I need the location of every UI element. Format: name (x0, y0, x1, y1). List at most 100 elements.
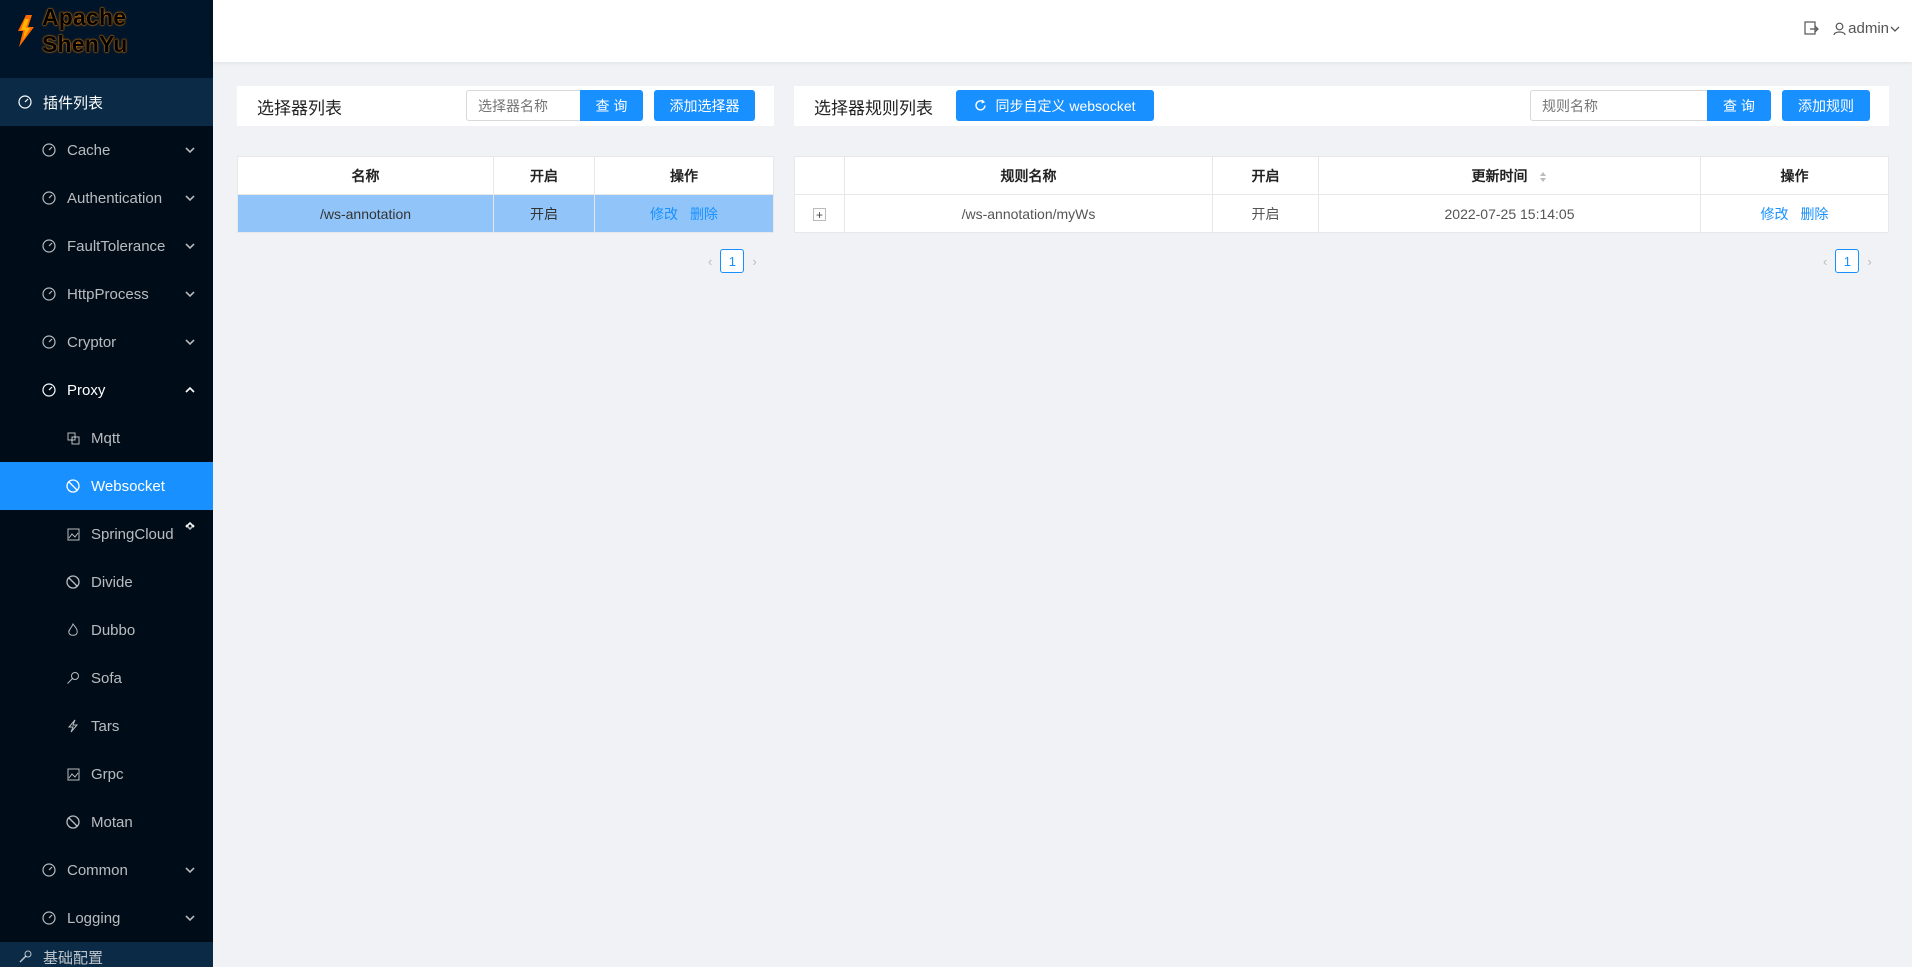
user-name[interactable]: admin (1848, 20, 1889, 37)
menu-group-httpprocess[interactable]: HttpProcess (0, 270, 213, 318)
dashboard-icon (41, 190, 57, 206)
menu-group-faulttolerance[interactable]: FaultTolerance (0, 222, 213, 270)
row-actions: 修改 删除 (1700, 194, 1889, 233)
table-header-row: 规则名称 开启 更新时间 操作 (794, 156, 1889, 195)
header: admin (213, 0, 1912, 62)
menu-group-label: Cryptor (67, 333, 117, 351)
menu-group-authentication[interactable]: Authentication (0, 174, 213, 222)
menu-group-label: Authentication (67, 189, 163, 207)
menu-item-websocket[interactable]: Websocket (0, 462, 213, 510)
menu-item-grpc[interactable]: Grpc (0, 750, 213, 798)
edit-link[interactable]: 修改 (1761, 206, 1789, 222)
stop-icon (65, 574, 81, 590)
sync-websocket-button[interactable]: 同步自定义 websocket (956, 90, 1154, 121)
menu-item-sofa[interactable]: Sofa (0, 654, 213, 702)
menu-group-common[interactable]: Common (0, 846, 213, 894)
menu-group-label: HttpProcess (67, 285, 149, 303)
image-icon (65, 766, 81, 782)
rule-search-input[interactable] (1530, 90, 1707, 121)
table-header-row: 名称 开启 操作 (237, 156, 774, 195)
image-icon (65, 526, 81, 542)
next-page-icon[interactable]: › (1867, 254, 1871, 269)
sidebar: Apache ShenYu 插件列表 Cache Authentication (0, 0, 213, 967)
shenyu-logo-icon (12, 13, 40, 49)
rule-name: /ws-annotation/myWs (844, 194, 1213, 233)
expand-cell: + (794, 194, 845, 233)
chevron-down-icon (185, 243, 195, 250)
rules-title: 选择器规则列表 (814, 98, 933, 118)
rules-pagination: ‹ 1 › (1823, 249, 1872, 273)
stop-icon (65, 478, 81, 494)
chevron-down-icon[interactable] (1890, 24, 1900, 34)
menu-item-mqtt[interactable]: Mqtt (0, 414, 213, 462)
menu-item-springcloud[interactable]: SpringCloud (0, 510, 213, 558)
sort-icon[interactable] (1539, 171, 1547, 183)
selector-toolbar: 选择器列表 查 询 添加选择器 (237, 86, 774, 126)
menu-item-label: Motan (91, 813, 133, 831)
menu-basic-config[interactable]: 基础配置 (0, 524, 213, 967)
delete-link[interactable]: 删除 (690, 206, 718, 222)
header-actions: admin (1804, 20, 1900, 37)
key-icon (65, 670, 81, 686)
menu-item-dubbo[interactable]: Dubbo (0, 606, 213, 654)
chevron-down-icon (185, 524, 195, 531)
add-rule-button[interactable]: 添加规则 (1782, 90, 1870, 121)
selector-search-button[interactable]: 查 询 (580, 90, 643, 121)
updated-time-header[interactable]: 更新时间 (1318, 156, 1701, 195)
prev-page-icon[interactable]: ‹ (708, 254, 712, 269)
status-badge: 开启 (493, 194, 595, 233)
chevron-down-icon (185, 867, 195, 874)
dashboard-icon (17, 94, 33, 110)
menu-group-cryptor[interactable]: Cryptor (0, 318, 213, 366)
thunderbolt-icon (65, 718, 81, 734)
user-icon (1833, 22, 1846, 36)
table-row[interactable]: /ws-annotation 开启 修改 删除 (237, 194, 774, 233)
page-number[interactable]: 1 (720, 249, 745, 273)
column-header: 规则名称 (844, 156, 1213, 195)
prev-page-icon[interactable]: ‹ (1823, 254, 1827, 269)
menu-item-divide[interactable]: Divide (0, 558, 213, 606)
column-header: 更新时间 (1471, 167, 1528, 184)
chevron-down-icon (185, 339, 195, 346)
dashboard-icon (41, 142, 57, 158)
menu-group-logging[interactable]: Logging (0, 894, 213, 942)
chevron-down-icon (185, 291, 195, 298)
column-header: 名称 (237, 156, 494, 195)
menu-group-proxy[interactable]: Proxy (0, 366, 213, 414)
menu-item-label: Tars (91, 717, 120, 735)
rules-table: 规则名称 开启 更新时间 操作 + /ws-annotation/myWs 开启… (794, 156, 1889, 233)
menu-item-motan[interactable]: Motan (0, 798, 213, 846)
plugin-submenu: Cache Authentication FaultTolerance Http… (0, 126, 213, 942)
menu-item-tars[interactable]: Tars (0, 702, 213, 750)
rules-toolbar: 选择器规则列表 同步自定义 websocket 查 询 添加规则 (794, 86, 1889, 126)
expand-row-icon[interactable]: + (813, 208, 826, 221)
selector-name: /ws-annotation (237, 194, 494, 233)
dashboard-icon (41, 334, 57, 350)
rule-search-button[interactable]: 查 询 (1707, 90, 1771, 121)
copy-icon (65, 430, 81, 446)
selector-title: 选择器列表 (257, 98, 342, 118)
menu-item-label: Divide (91, 573, 133, 591)
menu-group-label: FaultTolerance (67, 237, 166, 255)
export-icon[interactable] (1804, 21, 1819, 36)
menu-group-cache[interactable]: Cache (0, 126, 213, 174)
page-number[interactable]: 1 (1835, 249, 1860, 273)
dashboard-icon (41, 286, 57, 302)
column-header: 操作 (594, 156, 774, 195)
column-header: 开启 (493, 156, 595, 195)
menu-item-label: Websocket (91, 477, 165, 495)
delete-link[interactable]: 删除 (1800, 206, 1828, 222)
selector-search-input[interactable] (466, 90, 580, 121)
menu-plugin-list[interactable]: 插件列表 (0, 78, 213, 528)
menu-basic-config-label: 基础配置 (43, 949, 104, 967)
menu-plugin-list-label: 插件列表 (43, 94, 104, 112)
add-selector-button[interactable]: 添加选择器 (654, 90, 755, 121)
menu-group-label: Common (67, 861, 128, 879)
updated-time: 2022-07-25 15:14:05 (1318, 194, 1701, 233)
edit-link[interactable]: 修改 (650, 206, 678, 222)
chevron-down-icon (185, 147, 195, 154)
menu-group-label: Cache (67, 141, 111, 159)
next-page-icon[interactable]: › (752, 254, 756, 269)
table-row[interactable]: + /ws-annotation/myWs 开启 2022-07-25 15:1… (794, 194, 1889, 233)
logo[interactable]: Apache ShenYu (0, 0, 213, 62)
